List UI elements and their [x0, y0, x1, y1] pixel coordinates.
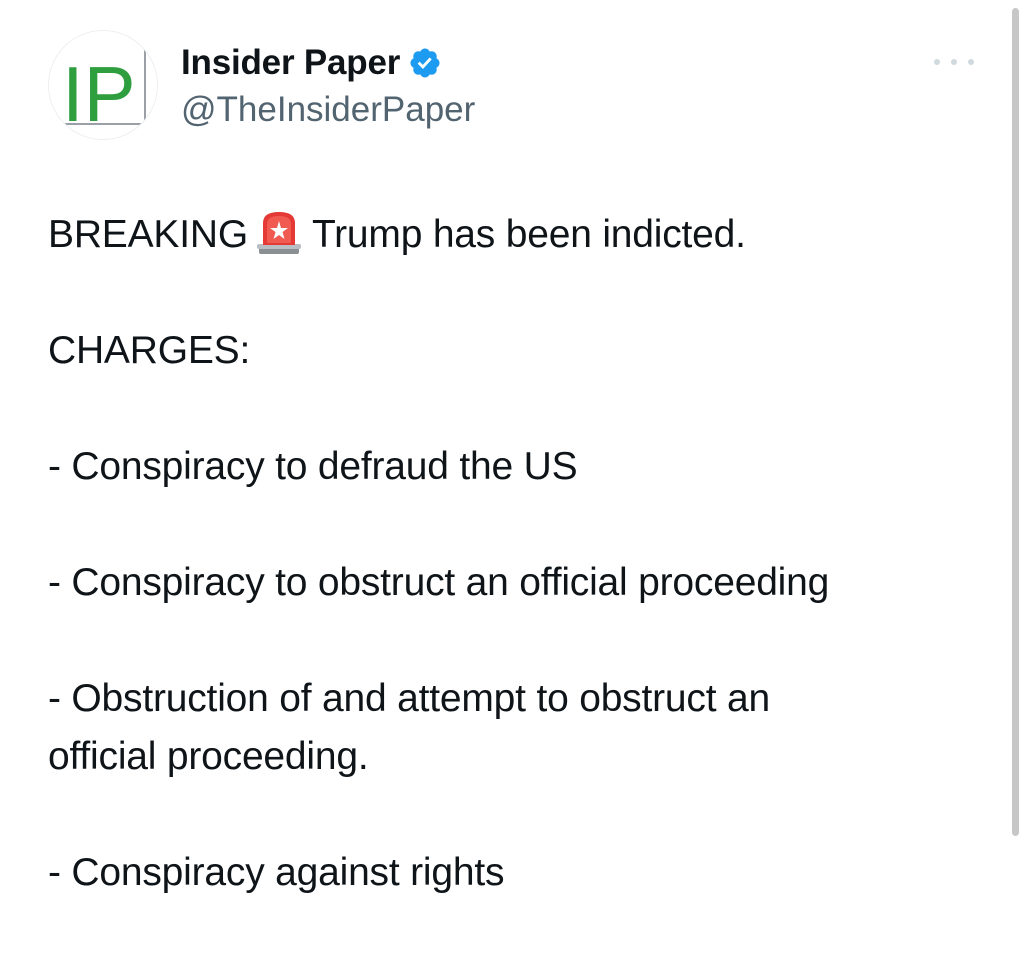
charge-item: - Conspiracy against rights — [48, 851, 505, 894]
tweet: IP Insider Paper @TheInsiderPaper BREAKI… — [0, 0, 1024, 958]
breaking-line: BREAKING Trump has been indicted. — [48, 206, 988, 264]
charge-item: - Conspiracy to defraud the US — [48, 445, 578, 488]
insider-paper-logo: IP — [49, 31, 157, 139]
name-row: Insider Paper — [181, 40, 475, 86]
author-block: Insider Paper @TheInsiderPaper — [181, 40, 475, 130]
avatar[interactable]: IP — [48, 30, 158, 140]
more-dot-icon — [968, 59, 974, 65]
charges-header: CHARGES: — [48, 329, 251, 372]
charge-item: - Conspiracy to obstruct an official pro… — [48, 561, 830, 604]
more-dot-icon — [934, 59, 940, 65]
display-name[interactable]: Insider Paper — [181, 43, 400, 83]
charge-item: - Obstruction of and attempt to obstruct… — [48, 677, 770, 720]
account-handle[interactable]: @TheInsiderPaper — [181, 90, 475, 130]
headline-text: Trump has been indicted. — [311, 213, 746, 256]
charge-item-continued: official proceeding. — [48, 735, 369, 778]
breaking-word: BREAKING — [48, 213, 248, 256]
more-dot-icon — [951, 59, 957, 65]
verified-badge-icon — [408, 46, 442, 80]
more-options-button[interactable] — [934, 52, 974, 72]
tweet-text: BREAKING Trump has been indicted. CHARGE… — [48, 206, 988, 902]
scrollbar[interactable] — [1012, 8, 1019, 836]
siren-icon — [256, 209, 302, 255]
